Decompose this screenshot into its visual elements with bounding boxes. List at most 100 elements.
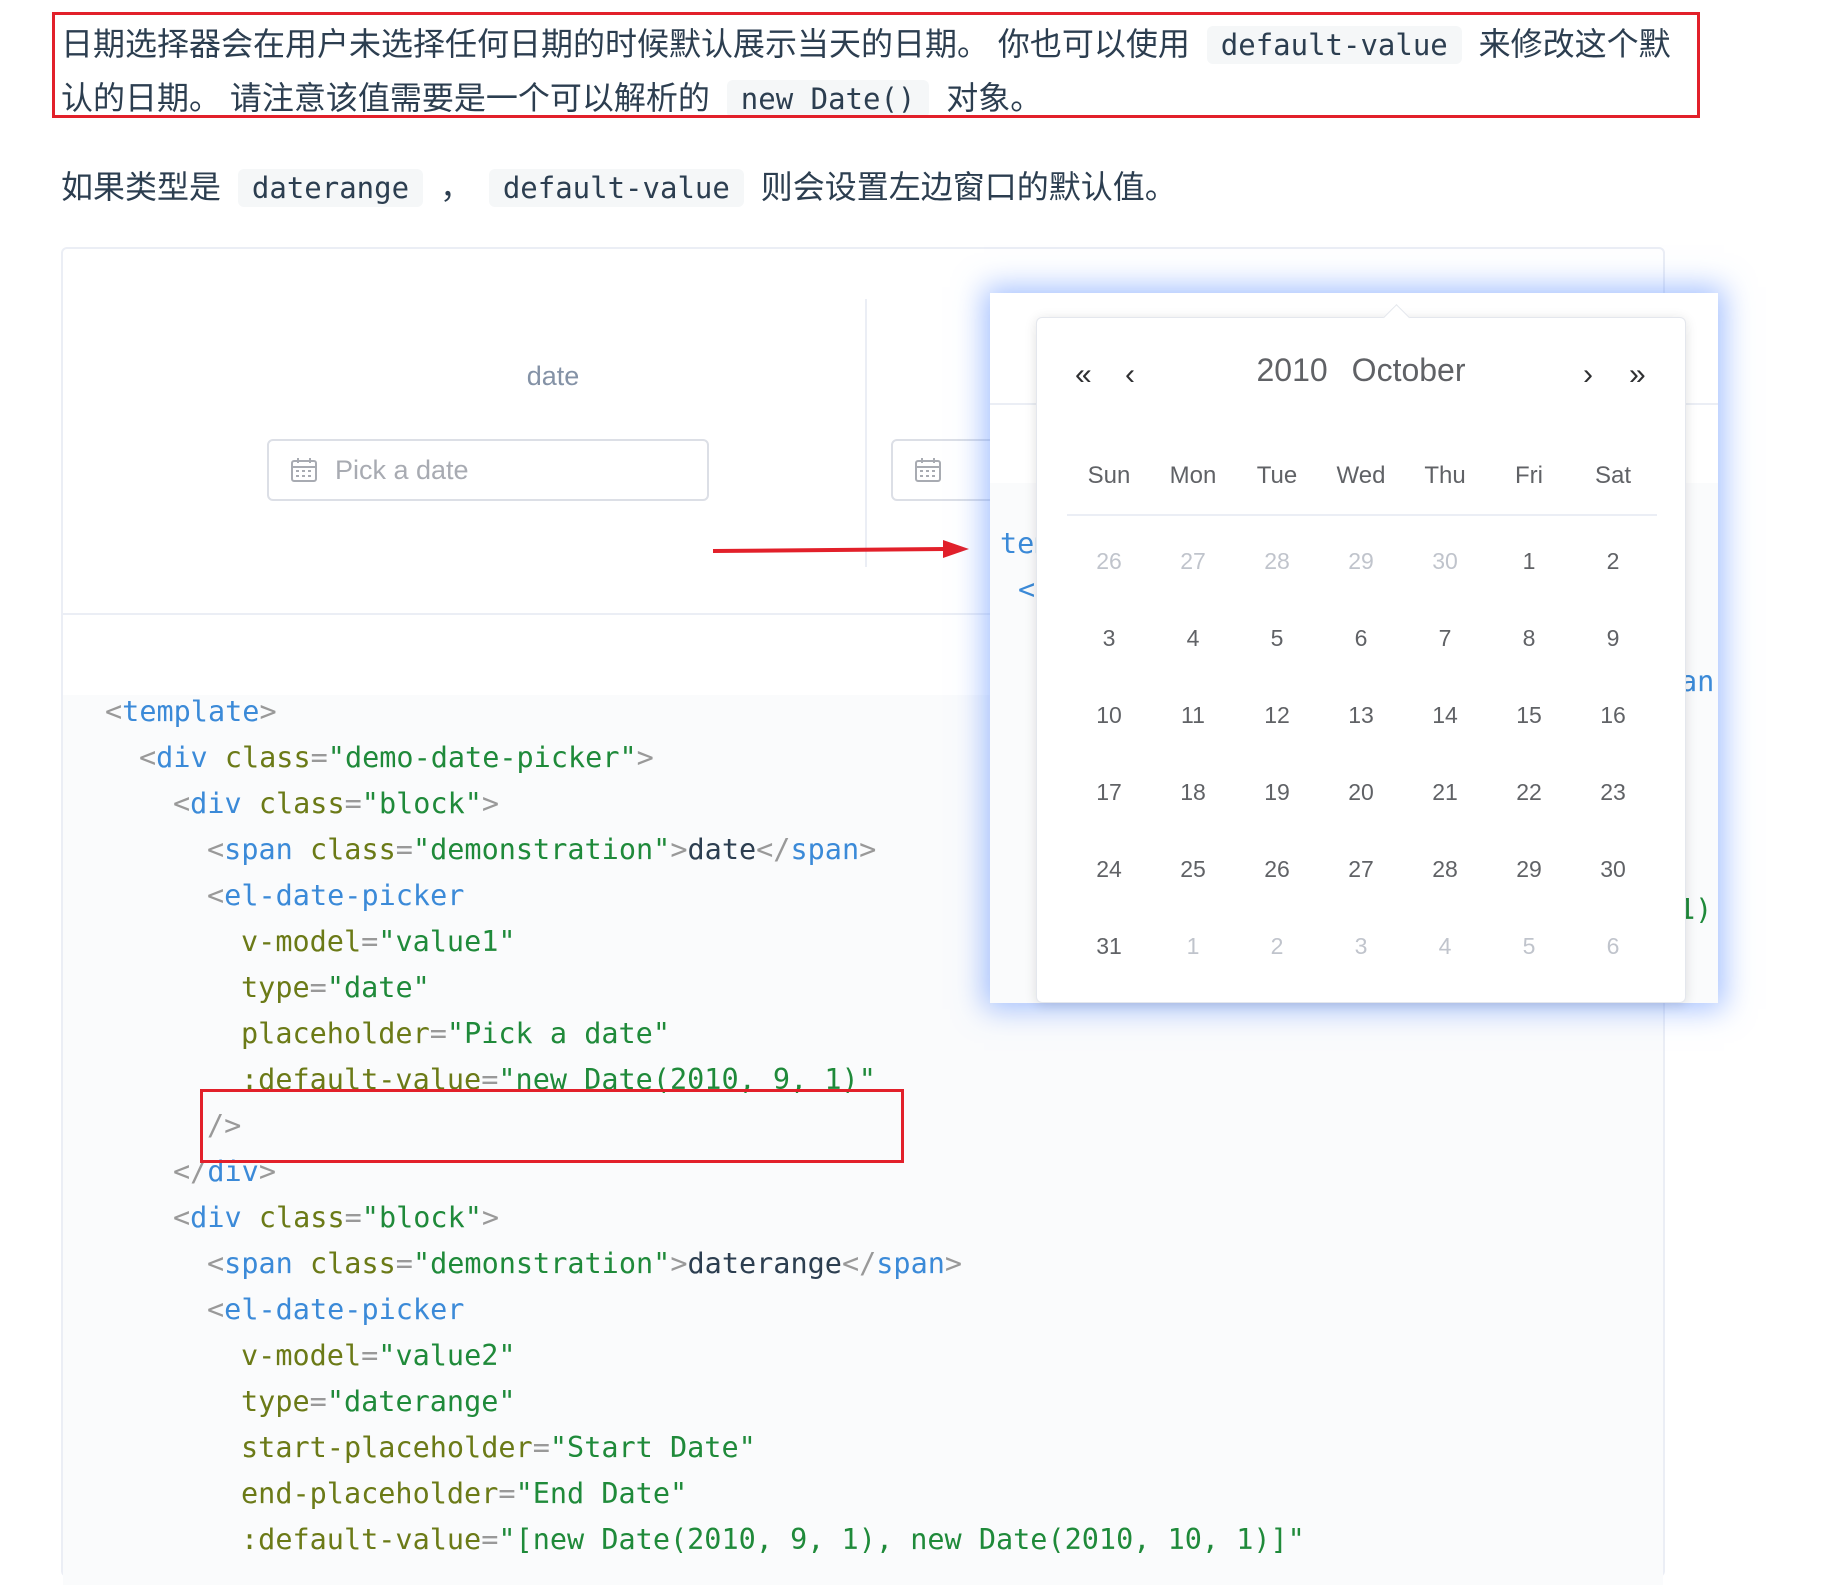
date-cell[interactable]: 28 bbox=[1403, 854, 1487, 931]
date-cell[interactable]: 25 bbox=[1151, 854, 1235, 931]
code-token: = bbox=[309, 971, 327, 1004]
date-cell[interactable]: 6 bbox=[1319, 623, 1403, 700]
date-cell[interactable]: 15 bbox=[1487, 700, 1571, 777]
code-line: placeholder="Pick a date" bbox=[241, 1017, 670, 1050]
date-cell[interactable]: 21 bbox=[1403, 777, 1487, 854]
date-cell[interactable]: 2 bbox=[1571, 546, 1655, 623]
date-cell[interactable]: 27 bbox=[1319, 854, 1403, 931]
date-row: 3456789 bbox=[1067, 623, 1657, 700]
date-cell[interactable]: 3 bbox=[1067, 623, 1151, 700]
code-token: "Start Date" bbox=[549, 1431, 756, 1464]
date-cell[interactable]: 8 bbox=[1487, 623, 1571, 700]
highlight-box-intro bbox=[52, 12, 1700, 118]
code-token: div bbox=[190, 787, 242, 820]
date-cell[interactable]: 20 bbox=[1319, 777, 1403, 854]
date-cell[interactable]: 22 bbox=[1487, 777, 1571, 854]
date-cell[interactable]: 27 bbox=[1151, 546, 1235, 623]
code-token: </ bbox=[841, 1247, 877, 1280]
date-cell[interactable]: 30 bbox=[1571, 854, 1655, 931]
date-cell[interactable]: 2 bbox=[1235, 931, 1319, 1008]
next-year-icon[interactable]: » bbox=[1629, 360, 1646, 390]
prev-year-icon[interactable]: « bbox=[1075, 360, 1092, 390]
code-token: "Pick a date" bbox=[446, 1017, 670, 1050]
code-token: < bbox=[207, 1247, 225, 1280]
code-token: class bbox=[241, 1201, 345, 1234]
date-cell[interactable]: 30 bbox=[1403, 546, 1487, 623]
date-cell[interactable]: 28 bbox=[1235, 546, 1319, 623]
date-cell[interactable]: 19 bbox=[1235, 777, 1319, 854]
code-token: < bbox=[173, 787, 191, 820]
code-token: = bbox=[532, 1431, 550, 1464]
date-cell[interactable]: 10 bbox=[1067, 700, 1151, 777]
code-token: "demonstration" bbox=[412, 1247, 671, 1280]
daterange-text-1: 如果类型是 bbox=[61, 169, 222, 205]
picker-year-label[interactable]: 2010 bbox=[1256, 352, 1327, 388]
code-token: = bbox=[310, 741, 328, 774]
date-cell[interactable]: 24 bbox=[1067, 854, 1151, 931]
code-token: span bbox=[224, 1247, 293, 1280]
date-picker-input[interactable]: Pick a date bbox=[267, 439, 709, 501]
date-cell[interactable]: 4 bbox=[1151, 623, 1235, 700]
code-line: v-model="value2" bbox=[241, 1339, 516, 1372]
date-cell[interactable]: 1 bbox=[1487, 546, 1571, 623]
date-cell[interactable]: 11 bbox=[1151, 700, 1235, 777]
weekday-label: Tue bbox=[1256, 462, 1298, 489]
prev-month-icon[interactable]: ‹ bbox=[1125, 360, 1135, 390]
calendar-icon bbox=[915, 458, 941, 482]
code-token: < bbox=[139, 741, 157, 774]
code-line: :default-value="[new Date(2010, 9, 1), n… bbox=[241, 1523, 1305, 1556]
code-token: v-model bbox=[241, 1339, 362, 1372]
code-token: start-placeholder bbox=[241, 1431, 533, 1464]
demonstration-label: date bbox=[526, 361, 580, 391]
weekday-label: Fri bbox=[1515, 462, 1543, 489]
code-token: span bbox=[224, 833, 293, 866]
code-token: < bbox=[207, 1293, 225, 1326]
code-token: "demonstration" bbox=[412, 833, 671, 866]
code-token: > bbox=[670, 1247, 688, 1280]
code-token: > bbox=[481, 1201, 500, 1234]
date-cell[interactable]: 6 bbox=[1571, 931, 1655, 1008]
date-cell[interactable]: 13 bbox=[1319, 700, 1403, 777]
code-token: class bbox=[241, 787, 345, 820]
code-token: template bbox=[122, 695, 260, 728]
code-line: <div class="demo-date-picker"> bbox=[139, 741, 654, 774]
weekday-label: Thu bbox=[1424, 462, 1466, 489]
date-picker-panel: 2010 October « ‹ › » Sun Mon Tue Wed Thu Fri Sa… bbox=[1036, 304, 1686, 1003]
date-cell[interactable]: 16 bbox=[1571, 700, 1655, 777]
date-cell[interactable]: 26 bbox=[1235, 854, 1319, 931]
code-token: "block" bbox=[361, 1201, 482, 1234]
date-cell[interactable]: 5 bbox=[1487, 931, 1571, 1008]
code-token: span bbox=[876, 1247, 945, 1280]
date-cell[interactable]: 26 bbox=[1067, 546, 1151, 623]
date-cell[interactable]: 5 bbox=[1235, 623, 1319, 700]
code-token: > bbox=[481, 787, 500, 820]
code-token: span bbox=[790, 833, 860, 866]
code-line: v-model="value1" bbox=[241, 925, 516, 958]
date-cell[interactable]: 17 bbox=[1067, 777, 1151, 854]
inline-code-default-value-2: default-value bbox=[488, 169, 744, 207]
date-cell[interactable]: 7 bbox=[1403, 623, 1487, 700]
date-cell[interactable]: 9 bbox=[1571, 623, 1655, 700]
weekday-label: Wed bbox=[1336, 462, 1386, 489]
date-cell[interactable]: 29 bbox=[1319, 546, 1403, 623]
highlight-box-default-value bbox=[200, 1089, 904, 1163]
code-token: = bbox=[309, 1385, 327, 1418]
code-token: "block" bbox=[361, 787, 482, 820]
date-cell[interactable]: 3 bbox=[1319, 931, 1403, 1008]
daterange-text-2: 则会设置左边窗口的默认值。 bbox=[760, 169, 1177, 205]
date-cell[interactable]: 12 bbox=[1235, 700, 1319, 777]
code-token: date bbox=[687, 833, 757, 866]
code-token: > bbox=[636, 741, 654, 774]
date-cell[interactable]: 31 bbox=[1067, 931, 1151, 1008]
picker-month-label[interactable]: October bbox=[1352, 352, 1466, 388]
code-token: = bbox=[498, 1477, 516, 1510]
date-cell[interactable]: 23 bbox=[1571, 777, 1655, 854]
date-cell[interactable]: 1 bbox=[1151, 931, 1235, 1008]
date-cell[interactable]: 14 bbox=[1403, 700, 1487, 777]
code-token: = bbox=[429, 1017, 447, 1050]
weekday-label: Sun bbox=[1087, 462, 1131, 489]
date-cell[interactable]: 29 bbox=[1487, 854, 1571, 931]
date-cell[interactable]: 18 bbox=[1151, 777, 1235, 854]
date-cell[interactable]: 4 bbox=[1403, 931, 1487, 1008]
next-month-icon[interactable]: › bbox=[1583, 360, 1593, 390]
